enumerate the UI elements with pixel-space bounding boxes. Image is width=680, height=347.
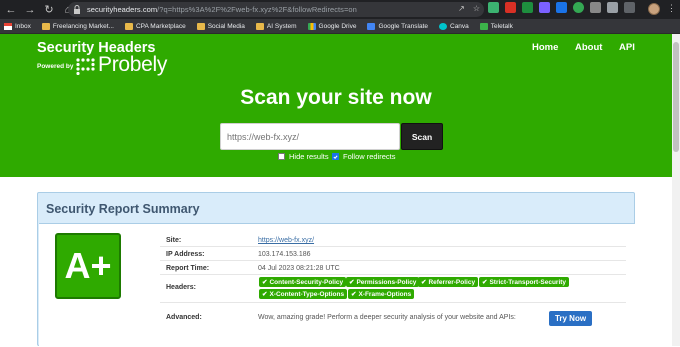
site-row: Site: https://web-fx.xyz/	[160, 233, 626, 247]
extension-circle-icon[interactable]	[573, 2, 584, 13]
teletalk-icon	[479, 22, 488, 30]
puzzle-icon[interactable]	[607, 2, 618, 13]
report-time-row: Report Time: 04 Jul 2023 08:21:28 UTC	[160, 261, 626, 275]
browser-toolbar: ← → ↻ ⌂ securityheaders.com/?q=https%3A%…	[0, 0, 680, 19]
bookmark-social-media[interactable]: Social Media	[196, 22, 245, 30]
header-chip: ✔ Strict-Transport-Security	[479, 277, 570, 287]
bookmark-google-drive[interactable]: Google Drive	[307, 22, 356, 30]
bookmark-inbox[interactable]: Inbox	[4, 22, 31, 30]
check-icon: ✔	[262, 291, 268, 298]
google-translate-icon	[367, 22, 376, 30]
folder-icon	[255, 22, 264, 30]
folder-icon	[196, 22, 205, 30]
report-time-value: 04 Jul 2023 08:21:28 UTC	[258, 265, 340, 272]
reload-icon[interactable]: ↻	[41, 2, 57, 18]
side-panel-icon[interactable]	[624, 2, 635, 13]
header-chip: ✔ X-Content-Type-Options	[259, 289, 348, 299]
ip-value: 103.174.153.186	[258, 251, 311, 258]
bookmark-google-translate[interactable]: Google Translate	[367, 22, 428, 30]
extension-red-icon[interactable]	[505, 2, 516, 13]
advanced-text: Wow, amazing grade! Perform a deeper sec…	[258, 314, 516, 321]
share-icon[interactable]: ↗	[458, 4, 465, 13]
headers-label: Headers:	[166, 284, 196, 291]
check-icon: ✔	[351, 291, 357, 298]
hide-results-label: Hide results	[289, 152, 329, 161]
try-now-button[interactable]: Try Now	[549, 311, 592, 326]
nav-about[interactable]: About	[575, 42, 602, 53]
profile-avatar[interactable]	[648, 3, 660, 15]
probely-wordmark[interactable]: Probely	[98, 53, 167, 77]
bookmark-ai-system[interactable]: AI System	[255, 22, 297, 30]
header-chip: ✔ Permissions-Policy	[346, 277, 420, 287]
hide-results-checkbox[interactable]	[278, 153, 285, 160]
url-text: securityheaders.com/?q=https%3A%2F%2Fweb…	[87, 5, 357, 14]
powered-by-label: Powered by	[37, 63, 74, 70]
checkmark-icon	[333, 154, 338, 159]
site-link[interactable]: https://web-fx.xyz/	[258, 237, 314, 244]
advanced-label: Advanced:	[166, 314, 202, 321]
extension-shield-icon[interactable]	[522, 2, 533, 13]
bookmarks-bar: Inbox Freelancing Market... CPA Marketpl…	[0, 19, 680, 34]
bookmark-teletalk[interactable]: Teletalk	[479, 22, 513, 30]
header-chip: ✔ Referrer-Policy	[418, 277, 479, 287]
check-icon: ✔	[421, 279, 427, 286]
ip-label: IP Address:	[166, 251, 205, 258]
follow-redirects-label: Follow redirects	[343, 152, 396, 161]
canva-icon	[439, 22, 447, 30]
header-chip: ✔ X-Frame-Options	[348, 289, 415, 299]
follow-redirects-checkbox[interactable]	[332, 153, 339, 160]
forward-arrow-icon[interactable]: →	[22, 2, 38, 18]
google-drive-icon	[307, 22, 316, 30]
site-header: Security Headers Powered by Probely Home…	[0, 34, 672, 177]
bookmark-canva[interactable]: Canva	[439, 22, 469, 30]
report-time-label: Report Time:	[166, 265, 210, 272]
header-chip: ✔ Content-Security-Policy	[259, 277, 347, 287]
site-label: Site:	[166, 237, 182, 244]
address-bar[interactable]: securityheaders.com/?q=https%3A%2F%2Fweb…	[68, 2, 484, 17]
extension-blue-icon[interactable]	[556, 2, 567, 13]
menu-kebab-icon[interactable]: ⋮	[667, 3, 676, 14]
check-icon: ✔	[482, 279, 488, 286]
grade-badge: A+	[55, 233, 121, 299]
extension-green-icon[interactable]	[488, 2, 499, 13]
scrollbar-thumb[interactable]	[673, 42, 679, 152]
check-icon: ✔	[349, 279, 355, 286]
extension-pen-icon[interactable]	[590, 2, 601, 13]
nav-home[interactable]: Home	[532, 42, 558, 53]
nav-api[interactable]: API	[619, 42, 635, 53]
extension-purple-icon[interactable]	[539, 2, 550, 13]
folder-icon	[124, 22, 133, 30]
probely-logo-icon[interactable]	[76, 58, 97, 75]
report-title: Security Report Summary	[46, 202, 200, 216]
folder-icon	[41, 22, 50, 30]
ip-row: IP Address: 103.174.153.186	[160, 247, 626, 261]
scan-url-input[interactable]	[220, 123, 400, 150]
bookmark-cpa[interactable]: CPA Marketplace	[124, 22, 186, 30]
bookmark-freelancing[interactable]: Freelancing Market...	[41, 22, 114, 30]
follow-redirects-option[interactable]: Follow redirects	[332, 152, 396, 161]
lock-icon	[74, 5, 80, 14]
bookmark-star-icon[interactable]: ☆	[473, 4, 480, 13]
page-scrollbar[interactable]	[672, 34, 680, 346]
back-arrow-icon[interactable]: ←	[3, 2, 19, 18]
gmail-icon	[4, 22, 12, 30]
scan-heading: Scan your site now	[240, 86, 432, 109]
check-icon: ✔	[262, 279, 268, 286]
scan-button[interactable]: Scan	[401, 123, 443, 150]
hide-results-option[interactable]: Hide results	[278, 152, 329, 161]
